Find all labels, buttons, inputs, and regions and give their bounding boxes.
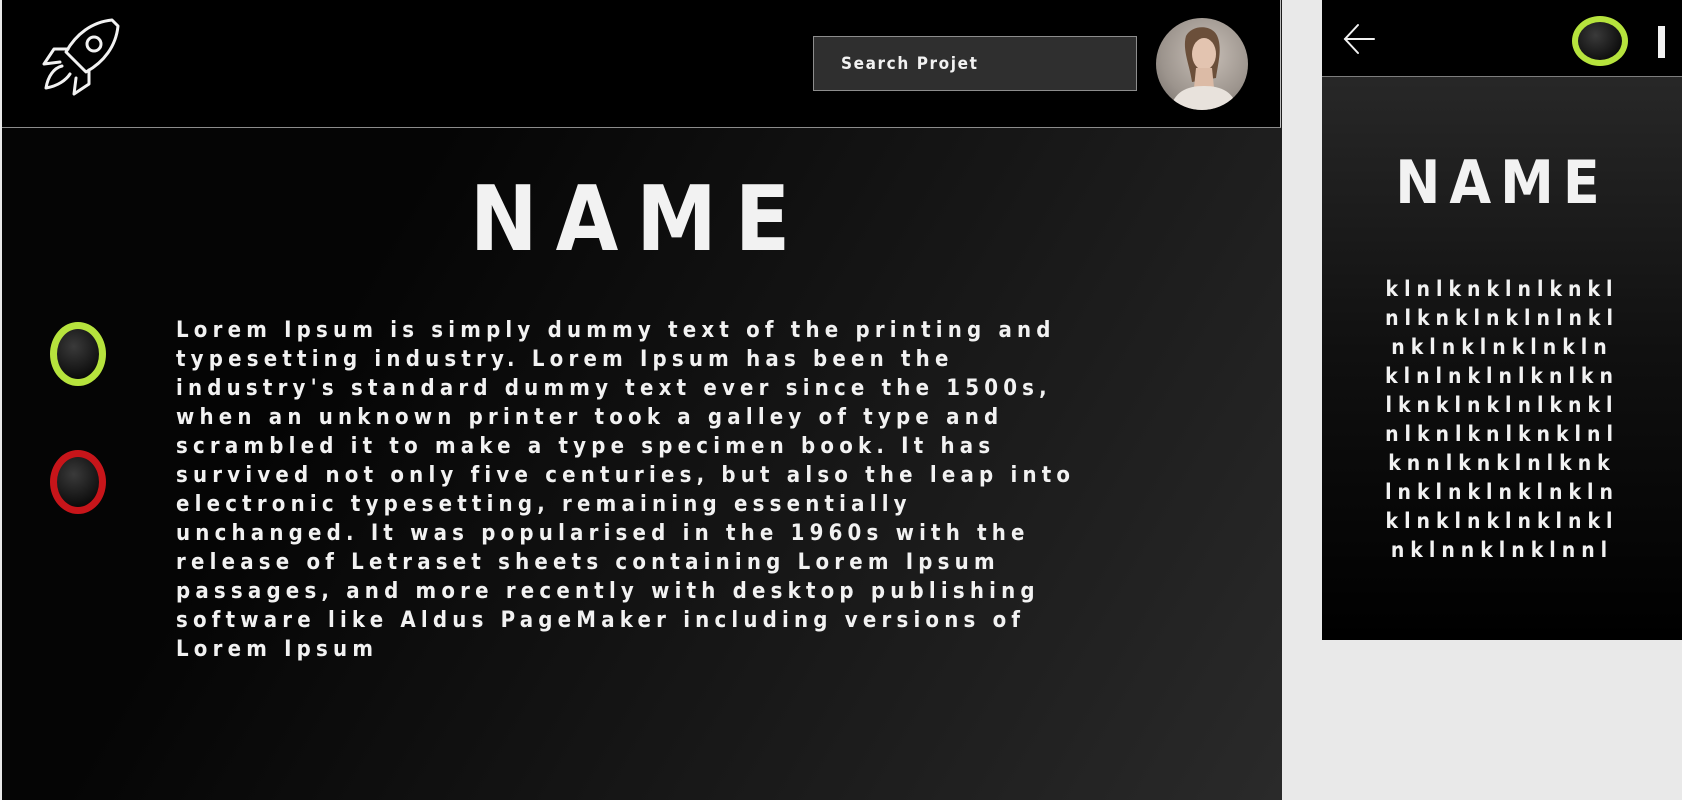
text-line: nlknlknlknklnl [1385, 422, 1619, 446]
menu-bar-icon[interactable] [1658, 26, 1665, 58]
page-title: NAME [469, 167, 809, 272]
header-bar [2, 0, 1281, 128]
green-ring-icon[interactable] [1572, 16, 1628, 66]
search-input[interactable] [813, 36, 1137, 91]
green-ring-icon[interactable] [50, 322, 106, 386]
text-line: lknklnklnlknkl [1385, 393, 1619, 417]
text-line: lnklnklnklnkln [1385, 480, 1619, 504]
text-line: nklnklnklnkln [1391, 335, 1613, 359]
text-line: nlknklnklnlnkl [1385, 306, 1619, 330]
text-line: klnklnklnklnkl [1385, 509, 1619, 533]
mobile-page-title: NAME [1395, 148, 1609, 218]
text-line: klnlknklnlknkl [1385, 277, 1619, 301]
description-text: Lorem Ipsum is simply dummy text of the … [176, 318, 1076, 662]
mobile-header-bar [1322, 0, 1682, 77]
avatar[interactable] [1156, 18, 1248, 110]
text-line: klnlnklnlknlkn [1385, 364, 1619, 388]
back-arrow-icon[interactable] [1342, 22, 1376, 56]
red-ring-icon[interactable] [50, 450, 106, 514]
rocket-icon[interactable] [40, 16, 122, 98]
text-line: knnlknklnlknk [1388, 451, 1616, 475]
text-line: nklnnklnklnnl [1390, 538, 1614, 562]
mobile-text-block: klnlknklnlknkl nlknklnklnlnkl nklnklnkln… [1322, 275, 1682, 565]
desktop-frame: NAME Lorem Ipsum is simply dummy text of… [2, 0, 1282, 800]
mobile-frame: NAME klnlknklnlknkl nlknklnklnlnkl nklnk… [1322, 0, 1682, 640]
